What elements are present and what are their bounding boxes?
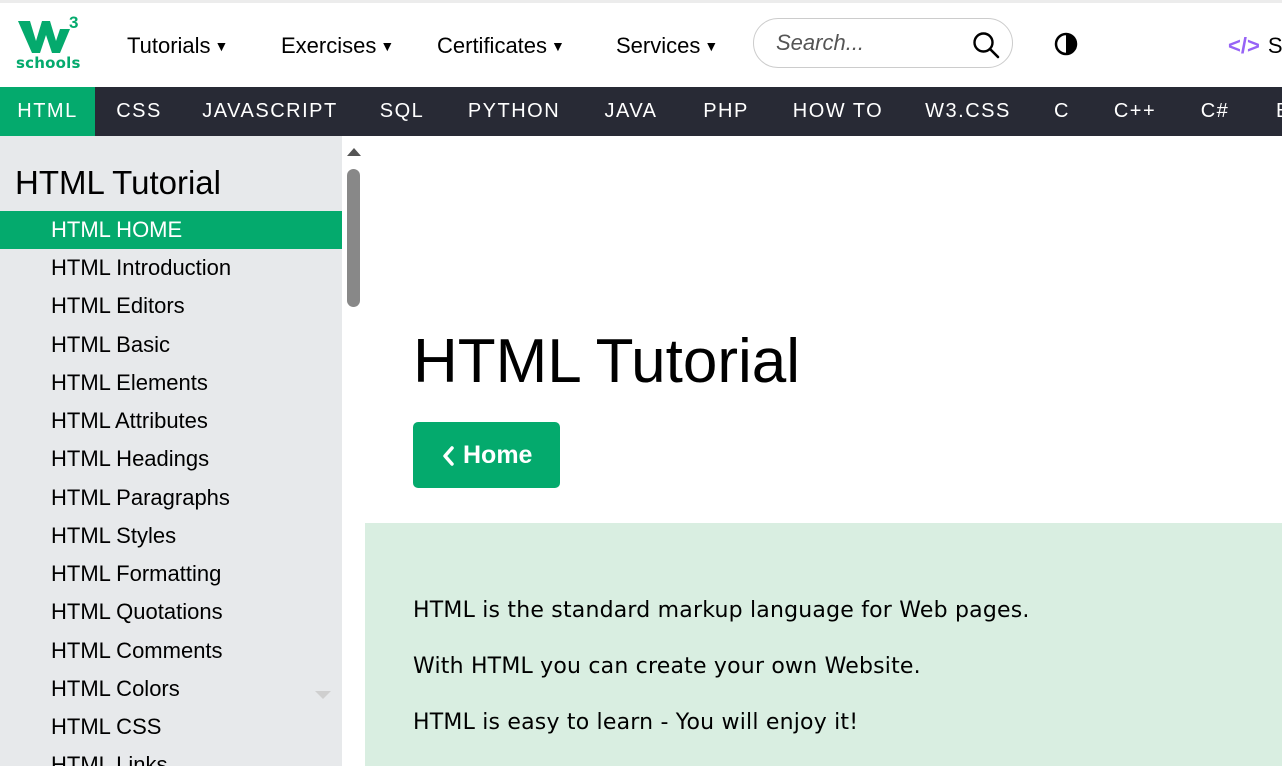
w3schools-logo-icon [18, 21, 70, 53]
sidebar-item-html-styles[interactable]: HTML Styles [0, 517, 342, 555]
sidebar-item-html-css[interactable]: HTML CSS [0, 708, 342, 746]
tab-w3css[interactable]: W3.CSS [905, 87, 1031, 136]
menu-exercises[interactable]: Exercises ▼ [281, 30, 394, 62]
scrollbar-thumb[interactable] [347, 169, 360, 307]
sidebar-item-html-quotations[interactable]: HTML Quotations [0, 593, 342, 631]
search-icon[interactable] [972, 31, 1000, 59]
sidebar-item-html-links[interactable]: HTML Links [0, 746, 342, 766]
menu-services-label: Services [616, 33, 701, 58]
sidebar-item-html-comments[interactable]: HTML Comments [0, 632, 342, 670]
menu-certificates-label: Certificates [437, 33, 548, 58]
scroll-up-arrow-icon[interactable] [347, 148, 361, 156]
sidebar-scrollbar[interactable] [342, 136, 365, 766]
sidebar: HTML Tutorial HTML HOME HTML Introductio… [0, 136, 342, 766]
sidebar-item-html-headings[interactable]: HTML Headings [0, 440, 342, 478]
tab-css[interactable]: CSS [95, 87, 183, 136]
contrast-toggle-icon[interactable] [1054, 32, 1078, 56]
code-brackets-icon: </> [1228, 33, 1260, 58]
search-input[interactable] [776, 29, 966, 57]
menu-tutorials-label: Tutorials [127, 33, 211, 58]
top-navbar: 3 schools Tutorials ▼ Exercises ▼ Certific… [0, 3, 1282, 87]
tab-b[interactable]: B [1253, 87, 1282, 136]
intro-line: With HTML you can create your own Websit… [413, 654, 921, 679]
caret-down-icon: ▼ [380, 38, 395, 54]
spaces-link[interactable]: </> S [1228, 31, 1282, 61]
page-title: HTML Tutorial [413, 327, 801, 396]
home-button[interactable]: Home [413, 422, 560, 488]
sidebar-title: HTML Tutorial [15, 164, 221, 201]
chevron-left-icon [443, 446, 454, 466]
sidebar-item-html-editors[interactable]: HTML Editors [0, 287, 342, 325]
tab-java[interactable]: JAVA [581, 87, 681, 136]
tab-c[interactable]: C [1031, 87, 1093, 136]
sidebar-item-html-paragraphs[interactable]: HTML Paragraphs [0, 479, 342, 517]
menu-services[interactable]: Services ▼ [616, 30, 718, 62]
tab-cpp[interactable]: C++ [1093, 87, 1177, 136]
intro-panel: HTML is the standard markup language for… [365, 523, 1282, 766]
search-box [753, 18, 1013, 68]
sidebar-item-html-attributes[interactable]: HTML Attributes [0, 402, 342, 440]
caret-down-icon: ▼ [214, 38, 229, 54]
tab-python[interactable]: PYTHON [447, 87, 581, 136]
sidebar-item-html-basic[interactable]: HTML Basic [0, 326, 342, 364]
tab-html[interactable]: HTML [0, 87, 95, 136]
subject-navbar: HTML CSS JAVASCRIPT SQL PYTHON JAVA PHP … [0, 87, 1282, 136]
home-button-label: Home [463, 441, 533, 469]
tab-how-to[interactable]: HOW TO [771, 87, 905, 136]
sidebar-item-html-formatting[interactable]: HTML Formatting [0, 555, 342, 593]
intro-line: HTML is the standard markup language for… [413, 598, 1030, 623]
sidebar-item-html-home[interactable]: HTML HOME [0, 211, 342, 249]
sidebar-item-html-introduction[interactable]: HTML Introduction [0, 249, 342, 287]
menu-certificates[interactable]: Certificates ▼ [437, 30, 565, 62]
tab-php[interactable]: PHP [681, 87, 771, 136]
w3schools-logo[interactable]: 3 schools [14, 13, 80, 75]
spaces-label: S [1267, 33, 1282, 58]
caret-down-icon: ▼ [704, 38, 719, 54]
sidebar-scroll-down-icon[interactable] [315, 691, 331, 699]
tab-csharp[interactable]: C# [1177, 87, 1253, 136]
intro-line: HTML is easy to learn - You will enjoy i… [413, 710, 859, 735]
logo-wordmark: schools [16, 54, 81, 72]
tab-sql[interactable]: SQL [357, 87, 447, 136]
menu-tutorials[interactable]: Tutorials ▼ [127, 30, 228, 62]
sidebar-item-html-colors[interactable]: HTML Colors [0, 670, 342, 708]
menu-exercises-label: Exercises [281, 33, 377, 58]
tab-javascript[interactable]: JAVASCRIPT [183, 87, 357, 136]
caret-down-icon: ▼ [551, 38, 565, 54]
sidebar-item-html-elements[interactable]: HTML Elements [0, 364, 342, 402]
